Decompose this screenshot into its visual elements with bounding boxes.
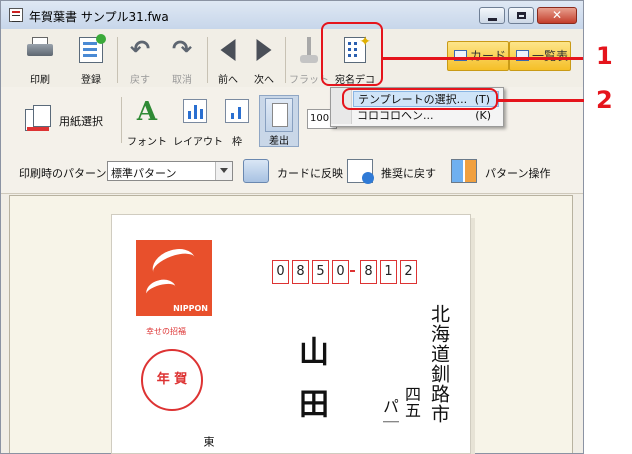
toolbar-divider (285, 37, 286, 83)
next-label: 次へ (254, 75, 274, 86)
print-label: 印刷 (30, 75, 50, 86)
sender-label: 差出 (269, 136, 289, 147)
list-view-label: 一覧表 (532, 49, 569, 63)
pattern-ops-icon (451, 159, 477, 183)
callout-line-2 (498, 99, 584, 102)
layout-icon (183, 99, 207, 123)
register-button[interactable]: 登録 (73, 33, 109, 86)
reset-recommended-label: 推奨に戻す (381, 167, 436, 180)
callout-number-2: 2 (596, 86, 613, 114)
prev-label: 前へ (218, 75, 238, 86)
callout-number-1: 1 (596, 42, 613, 70)
undo-icon: ↶ (129, 35, 151, 63)
pattern-ops-label: パターン操作 (485, 167, 551, 180)
recipient-address-line2: 四五 (402, 386, 421, 418)
pattern-ops-button[interactable]: パターン操作 (451, 157, 561, 187)
zip-digit: 1 (380, 260, 397, 284)
recipient-address-line3: パ｜ (380, 398, 399, 430)
pattern-select-value: 標準パターン (111, 167, 177, 180)
folders-icon (243, 159, 269, 183)
stamp-brand: NIPPON (173, 304, 208, 313)
chevron-down-icon (215, 162, 232, 180)
recipient-name: 山田 (293, 336, 328, 440)
app-icon (9, 8, 23, 22)
toolbar-divider (121, 97, 122, 143)
sender-button[interactable]: 差出 (259, 95, 299, 147)
postage-stamp-image: NIPPON (136, 240, 212, 316)
undo-label: 戻す (130, 75, 150, 86)
nenga-mark: 年 賀 (141, 349, 203, 411)
pattern-bar: 印刷時のパターン 標準パターン カードに反映 推奨に戻す パターン操作 (1, 151, 583, 194)
reset-recommended-button[interactable]: 推奨に戻す (347, 157, 443, 187)
pin-icon (298, 37, 320, 65)
frame-label: 枠 (232, 137, 242, 148)
frame-icon (225, 99, 249, 123)
zip-digit: 8 (292, 260, 309, 284)
paper-select-button[interactable]: 用紙選択 (19, 101, 115, 153)
print-button[interactable]: 印刷 (21, 33, 59, 86)
window-title: 年賀葉書 サンプル31.fwa (29, 10, 169, 24)
printer-icon (27, 37, 53, 59)
zip-digit: 8 (360, 260, 377, 284)
zip-digit: 5 (312, 260, 329, 284)
close-icon: ✕ (552, 8, 563, 22)
layout-label: レイアウト (173, 137, 223, 148)
callout-line-1 (383, 57, 583, 60)
font-button[interactable]: A フォント (127, 95, 167, 148)
undo-button[interactable]: ↶ 戻す (123, 33, 157, 86)
reset-icon (347, 159, 374, 184)
zip-separator (350, 270, 355, 272)
register-icon (79, 34, 106, 63)
callout-box-1 (321, 22, 383, 86)
frame-button[interactable]: 枠 (221, 95, 253, 148)
toolbar-divider (117, 37, 118, 83)
menu-item-shortcut: (K) (475, 109, 491, 122)
title-bar: 年賀葉書 サンプル31.fwa ✕ (1, 1, 583, 30)
next-arrow-icon (256, 39, 272, 61)
zip-digit: 0 (332, 260, 349, 284)
menu-item-label: コロコロヘン... (357, 109, 434, 122)
card-view-label: カード (470, 49, 507, 63)
paper-select-label: 用紙選択 (59, 115, 103, 128)
toolbar-divider (207, 37, 208, 83)
minimize-icon (488, 18, 497, 21)
apply-card-button[interactable]: カードに反映 (243, 157, 343, 187)
maximize-icon (517, 12, 526, 19)
font-icon: A (136, 97, 158, 127)
sender-icon (265, 98, 293, 132)
next-button[interactable]: 次へ (249, 33, 279, 86)
cancel-button[interactable]: ↷ 取消 (163, 33, 201, 86)
font-label: フォント (127, 137, 167, 148)
close-button[interactable]: ✕ (537, 7, 577, 24)
maximize-button[interactable] (508, 7, 534, 24)
prev-button[interactable]: 前へ (213, 33, 243, 86)
redo-icon: ↷ (171, 35, 193, 63)
zip-digit: 2 (400, 260, 417, 284)
callout-box-2 (342, 88, 498, 110)
sender-address: 東 (202, 436, 215, 447)
apply-card-label: カードに反映 (277, 167, 343, 180)
menu-item-korokoro-pen[interactable]: コロコロヘン... (K) (353, 108, 499, 124)
register-label: 登録 (81, 75, 101, 86)
paper-icon (25, 105, 53, 133)
pattern-label: 印刷時のパターン (19, 167, 107, 180)
layout-button[interactable]: レイアウト (173, 95, 223, 148)
recipient-address: 北海道釧路市 (428, 304, 450, 424)
minimize-button[interactable] (479, 7, 505, 24)
pattern-select[interactable]: 標準パターン (107, 161, 233, 181)
card-view-button[interactable]: カード (447, 41, 509, 71)
prev-arrow-icon (220, 39, 236, 61)
list-view-button[interactable]: 一覧表 (509, 41, 571, 71)
cancel-label: 取消 (172, 75, 192, 86)
zip-digit: 0 (272, 260, 289, 284)
stamp-caption: 幸せの招福 (146, 327, 186, 336)
